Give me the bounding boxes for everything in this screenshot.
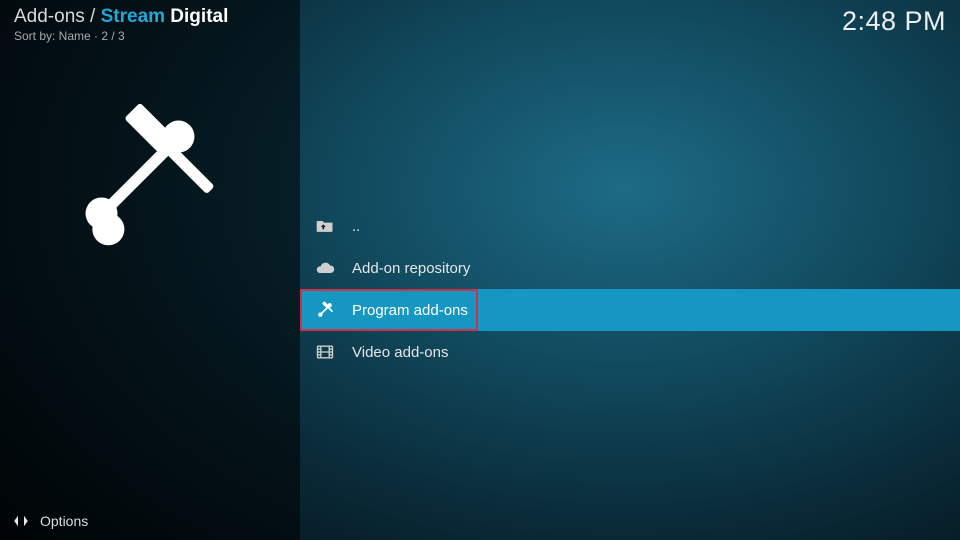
- folder-up-icon: [314, 215, 336, 237]
- breadcrumb-title-accent: Stream: [101, 6, 165, 27]
- list-item-parent[interactable]: ..: [300, 205, 960, 247]
- clock: 2:48 PM: [842, 6, 946, 37]
- list-item-video-addons[interactable]: Video add-ons: [300, 331, 960, 373]
- sort-line: Sort by: Name · 2 / 3: [14, 29, 228, 43]
- list-item-label: ..: [352, 218, 360, 235]
- breadcrumb-prefix: Add-ons /: [14, 6, 101, 27]
- list-item-label: Add-on repository: [352, 260, 470, 277]
- header: Add-ons / Stream Digital Sort by: Name ·…: [14, 6, 946, 43]
- sort-sep: ·: [91, 29, 102, 43]
- options-label: Options: [40, 513, 88, 529]
- options-arrows-icon: [12, 512, 30, 530]
- footer-options[interactable]: Options: [12, 512, 88, 530]
- cloud-icon: [314, 257, 336, 279]
- list-item-addon-repository[interactable]: Add-on repository: [300, 247, 960, 289]
- list-item-label: Video add-ons: [352, 344, 448, 361]
- breadcrumb-title-rest: Digital: [165, 6, 228, 27]
- sidebar-panel: [0, 0, 300, 540]
- category-tools-icon: [60, 95, 220, 255]
- addon-category-list: .. Add-on repository Program a: [300, 205, 960, 373]
- list-item-label: Program add-ons: [352, 302, 468, 319]
- list-item-program-addons[interactable]: Program add-ons: [300, 289, 960, 331]
- breadcrumb: Add-ons / Stream Digital: [14, 6, 228, 28]
- film-icon: [314, 341, 336, 363]
- list-position: 2 / 3: [101, 29, 124, 43]
- sort-label: Sort by: Name: [14, 29, 91, 43]
- tools-icon: [314, 299, 336, 321]
